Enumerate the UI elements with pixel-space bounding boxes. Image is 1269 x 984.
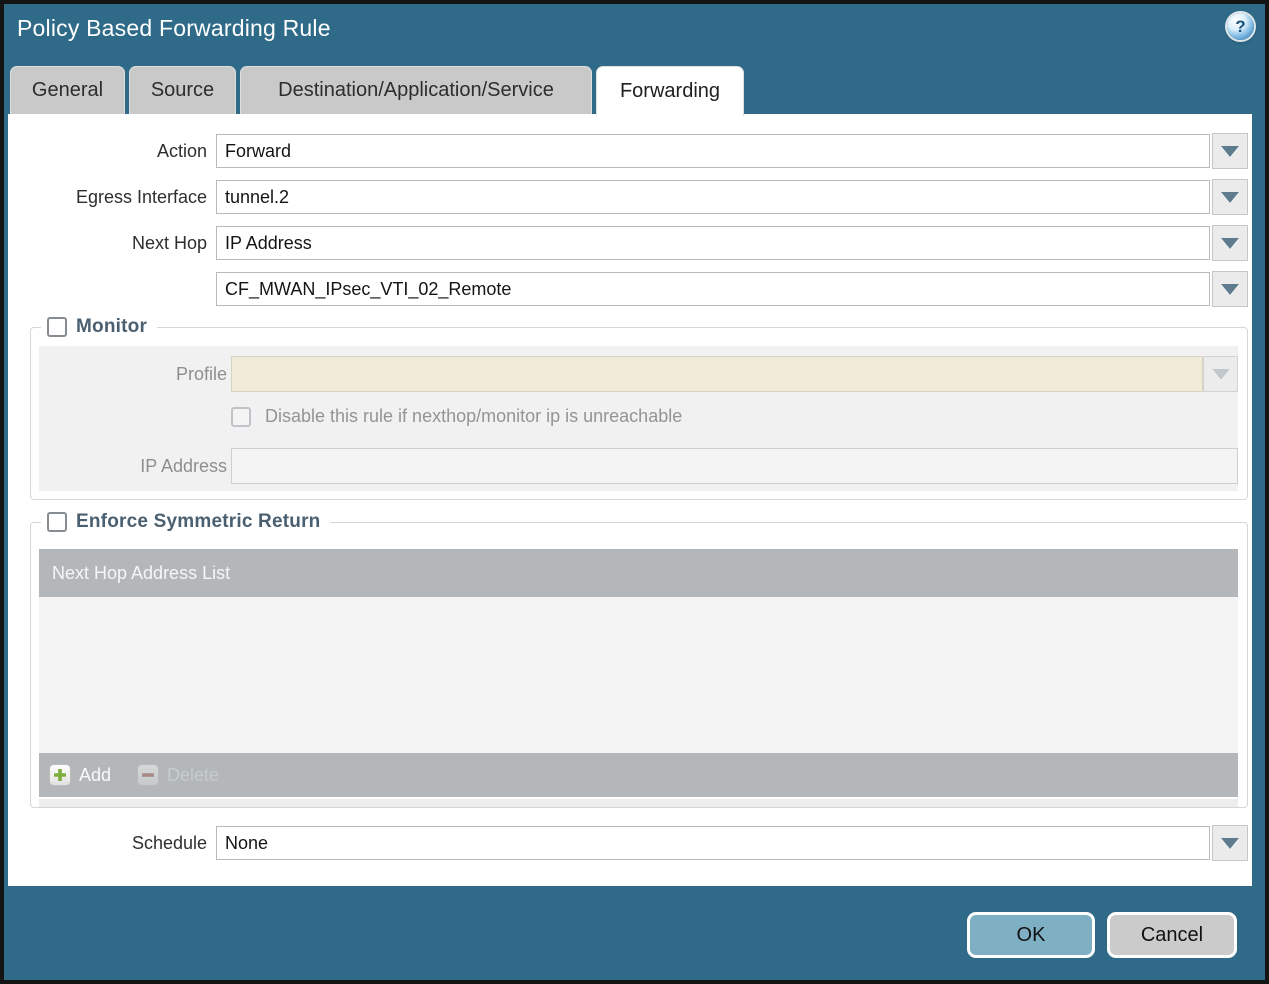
add-plus-icon: [49, 764, 71, 786]
dropdown-arrow-icon: [1221, 191, 1239, 203]
next-hop-address-select[interactable]: CF_MWAN_IPsec_VTI_02_Remote: [216, 272, 1210, 306]
tab-general[interactable]: General: [10, 66, 125, 114]
tab-forwarding[interactable]: Forwarding: [596, 66, 744, 116]
enforce-symmetric-return-section: Enforce Symmetric Return Next Hop Addres…: [30, 509, 1248, 808]
schedule-label: Schedule: [131, 833, 207, 853]
egress-interface-label: Egress Interface: [75, 187, 207, 207]
help-icon[interactable]: ?: [1227, 13, 1254, 40]
ok-button-label: OK: [1016, 923, 1046, 946]
enforce-symmetric-return-legend-label: Enforce Symmetric Return: [76, 511, 321, 532]
monitor-ip-address-input: [231, 448, 1238, 484]
monitor-checkbox[interactable]: [47, 317, 67, 337]
schedule-dropdown-button[interactable]: [1212, 825, 1248, 861]
enforce-symmetric-return-legend: Enforce Symmetric Return: [41, 509, 331, 535]
action-label: Action: [156, 141, 207, 161]
profile-dropdown-button: [1203, 356, 1238, 392]
egress-interface-dropdown-button[interactable]: [1212, 179, 1248, 215]
action-select-value: Forward: [225, 141, 292, 161]
tab-bar: General Source Destination/Application/S…: [10, 66, 744, 116]
forwarding-tab-panel: Action Forward Egress Interface tunnel.2…: [8, 114, 1252, 886]
dropdown-arrow-icon: [1211, 368, 1230, 380]
next-hop-label: Next Hop: [131, 233, 207, 253]
dropdown-arrow-icon: [1221, 145, 1239, 157]
schedule-select[interactable]: None: [216, 826, 1210, 860]
cancel-button[interactable]: Cancel: [1107, 912, 1237, 958]
delete-button: Delete: [137, 764, 219, 786]
disable-rule-checkbox: [231, 407, 251, 427]
dropdown-arrow-icon: [1221, 837, 1239, 849]
tab-destination-application-service[interactable]: Destination/Application/Service: [240, 66, 592, 114]
policy-based-forwarding-dialog: Policy Based Forwarding Rule ? General S…: [0, 0, 1269, 984]
next-hop-type-select-value: IP Address: [225, 233, 312, 253]
next-hop-address-dropdown-button[interactable]: [1212, 271, 1248, 307]
next-hop-address-list-toolbar: Add Delete: [39, 753, 1238, 797]
cancel-button-label: Cancel: [1140, 923, 1204, 946]
dropdown-arrow-icon: [1221, 237, 1239, 249]
disable-rule-label: Disable this rule if nexthop/monitor ip …: [265, 406, 683, 426]
dropdown-arrow-icon: [1221, 283, 1239, 295]
profile-select: [231, 356, 1203, 392]
add-button[interactable]: Add: [49, 764, 111, 786]
egress-interface-select-value: tunnel.2: [225, 187, 290, 207]
monitor-section: Monitor Profile Disable this rule if nex…: [30, 314, 1248, 500]
monitor-ip-address-label: IP Address: [140, 456, 227, 476]
next-hop-type-select[interactable]: IP Address: [216, 226, 1210, 260]
delete-minus-icon: [137, 764, 160, 786]
ok-button[interactable]: OK: [967, 912, 1095, 958]
egress-interface-select[interactable]: tunnel.2: [216, 180, 1210, 214]
next-hop-address-list-header: Next Hop Address List: [39, 549, 1238, 597]
delete-button-label: Delete: [167, 764, 220, 785]
profile-label: Profile: [175, 364, 227, 384]
next-hop-address-select-value: CF_MWAN_IPsec_VTI_02_Remote: [225, 279, 512, 299]
next-hop-address-list-body[interactable]: [39, 597, 1238, 753]
add-button-label: Add: [79, 764, 112, 785]
monitor-legend: Monitor: [41, 314, 158, 340]
schedule-select-value: None: [225, 833, 269, 853]
enforce-symmetric-return-checkbox[interactable]: [47, 512, 67, 532]
monitor-legend-label: Monitor: [76, 316, 148, 337]
next-hop-address-list-table: Next Hop Address List Add Delete: [39, 549, 1238, 807]
next-hop-type-dropdown-button[interactable]: [1212, 225, 1248, 261]
dialog-title: Policy Based Forwarding Rule: [17, 15, 331, 41]
action-select[interactable]: Forward: [216, 134, 1210, 168]
action-dropdown-button[interactable]: [1212, 133, 1248, 169]
tab-source[interactable]: Source: [129, 66, 236, 114]
monitor-panel: Profile Disable this rule if nexthop/mon…: [39, 346, 1238, 491]
table-bottom-strip: [39, 799, 1238, 807]
